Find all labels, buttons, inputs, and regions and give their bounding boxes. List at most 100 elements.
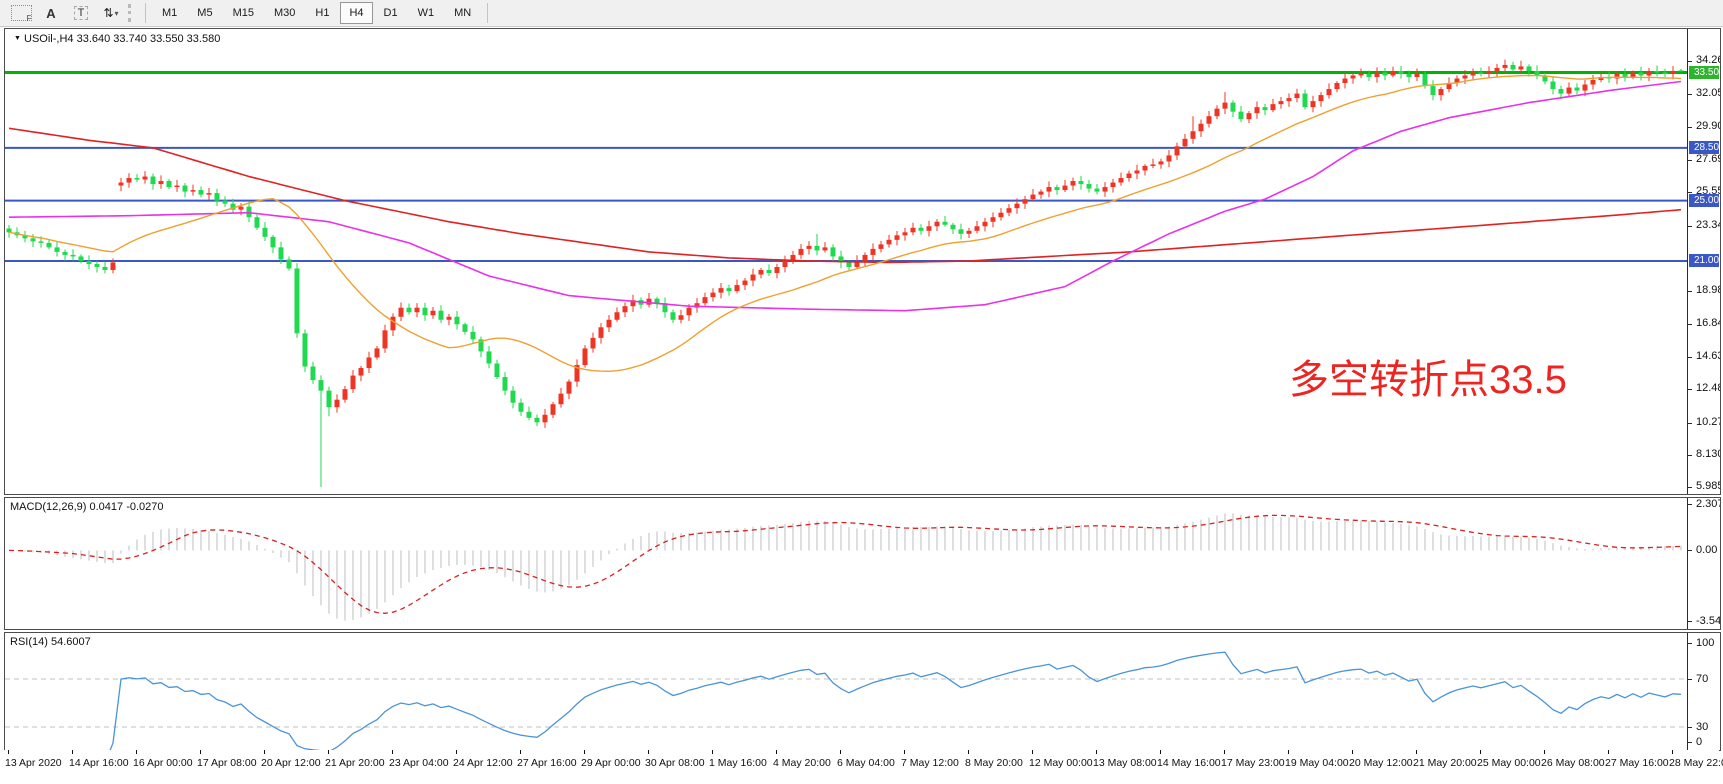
macd-tick: [1688, 504, 1692, 505]
macd-tick: [1688, 621, 1692, 622]
candle-body: [743, 281, 748, 286]
toolbar-grip[interactable]: [128, 4, 134, 22]
rsi-panel[interactable]: RSI(14) 54.6007 10070300: [4, 632, 1721, 751]
candle-body: [343, 389, 348, 400]
candle-body: [175, 186, 180, 188]
time-tick-label: 13 May 08:00: [1093, 757, 1157, 769]
tf-button-m1[interactable]: M1: [153, 2, 186, 24]
price-tick-label: 14.630: [1696, 350, 1721, 362]
price-chart-canvas[interactable]: [5, 29, 1687, 494]
rsi-tick-label: 0: [1696, 736, 1702, 748]
time-tick-label: 13 Apr 2020: [5, 757, 62, 769]
tf-button-d1[interactable]: D1: [375, 2, 407, 24]
chart-title: ▼ USOil-,H4 33.640 33.740 33.550 33.580: [14, 33, 220, 45]
time-tick-label: 1 May 16:00: [709, 757, 767, 769]
time-tick-label: 30 Apr 08:00: [645, 757, 705, 769]
candle-body: [1071, 181, 1076, 186]
candle-body: [1143, 166, 1148, 171]
candle-body: [39, 241, 44, 243]
candle-body: [543, 415, 548, 423]
candle-body: [1591, 80, 1596, 85]
candle-body: [447, 317, 452, 320]
time-tick: [712, 750, 713, 754]
rsi-tick-label: 100: [1696, 637, 1714, 649]
candle-body: [871, 249, 876, 255]
time-tick: [840, 750, 841, 754]
font-icon[interactable]: A: [39, 3, 63, 23]
time-tick: [968, 750, 969, 754]
price-tick-label: 16.840: [1696, 317, 1721, 329]
candle-body: [935, 222, 940, 227]
tf-button-h4[interactable]: H4: [340, 2, 372, 24]
tf-button-m30[interactable]: M30: [265, 2, 304, 24]
chart-template-glyph: F: [11, 5, 32, 21]
candle-body: [775, 267, 780, 273]
candle-body: [55, 247, 60, 252]
chart-template-icon[interactable]: F: [9, 3, 33, 23]
tf-button-m5[interactable]: M5: [188, 2, 221, 24]
macd-panel[interactable]: MACD(12,26,9) 0.0417 -0.0270 2.30720.00-…: [4, 497, 1721, 630]
macd-tick-label: 0.00: [1696, 544, 1717, 556]
cursor-arrows-icon[interactable]: ⇅▾: [99, 3, 123, 23]
candle-body: [1175, 146, 1180, 155]
candle-body: [687, 308, 692, 316]
tf-button-w1[interactable]: W1: [409, 2, 444, 24]
timeframe-button-group: M1M5M15M30H1H4D1W1MN: [152, 2, 481, 24]
candle-body: [1535, 71, 1540, 76]
candle-body: [1159, 161, 1164, 164]
candle-body: [959, 229, 964, 234]
time-tick: [392, 750, 393, 754]
toolbar-separator: [145, 3, 146, 23]
candle-body: [1247, 113, 1252, 119]
candle-body: [455, 317, 460, 325]
candle-body: [1359, 74, 1364, 76]
candle-body: [1463, 75, 1468, 78]
candle-body: [415, 308, 420, 313]
time-tick: [72, 750, 73, 754]
candle-body: [583, 348, 588, 365]
candle-body: [911, 228, 916, 233]
price-chart-panel[interactable]: ▼ USOil-,H4 33.640 33.740 33.550 33.580 …: [4, 28, 1721, 495]
candle-body: [1407, 74, 1412, 77]
candle-body: [351, 376, 356, 390]
text-label-icon[interactable]: T: [69, 3, 93, 23]
candle-body: [503, 377, 508, 391]
candle-body: [191, 190, 196, 192]
candle-body: [1055, 187, 1060, 190]
time-tick-label: 27 Apr 16:00: [517, 757, 577, 769]
candle-body: [95, 264, 100, 267]
price-tick: [1688, 487, 1692, 488]
candle-body: [263, 228, 268, 237]
candle-body: [567, 382, 572, 394]
tf-button-m15[interactable]: M15: [224, 2, 263, 24]
candle-body: [1311, 101, 1316, 107]
candle-body: [1663, 72, 1668, 74]
candle-body: [1495, 68, 1500, 71]
candle-body: [439, 311, 444, 320]
macd-signal-line: [9, 515, 1681, 613]
time-tick: [776, 750, 777, 754]
macd-canvas[interactable]: [5, 498, 1687, 629]
candle-body: [1631, 72, 1636, 77]
tf-button-mn[interactable]: MN: [445, 2, 480, 24]
candle-body: [887, 240, 892, 245]
candle-body: [1255, 107, 1260, 113]
price-tick: [1688, 389, 1692, 390]
time-axis[interactable]: 13 Apr 202014 Apr 16:0016 Apr 00:0017 Ap…: [4, 750, 1719, 784]
candle-body: [255, 217, 260, 228]
candle-body: [1111, 183, 1116, 188]
time-tick: [8, 750, 9, 754]
candle-body: [103, 267, 108, 270]
rsi-canvas[interactable]: [5, 633, 1687, 750]
time-tick-label: 7 May 12:00: [901, 757, 959, 769]
trading-app-window: { "toolbar": { "icons": [ {"name": "char…: [0, 0, 1723, 784]
tf-button-h1[interactable]: H1: [306, 2, 338, 24]
candle-body: [1367, 74, 1372, 77]
price-tick-label: 18.985: [1696, 284, 1721, 296]
candle-body: [87, 261, 92, 264]
candle-body: [463, 324, 468, 332]
time-tick-label: 21 Apr 20:00: [325, 757, 385, 769]
candle-body: [303, 333, 308, 366]
time-tick-label: 8 May 20:00: [965, 757, 1023, 769]
symbol-dropdown-icon[interactable]: ▼: [14, 35, 21, 42]
